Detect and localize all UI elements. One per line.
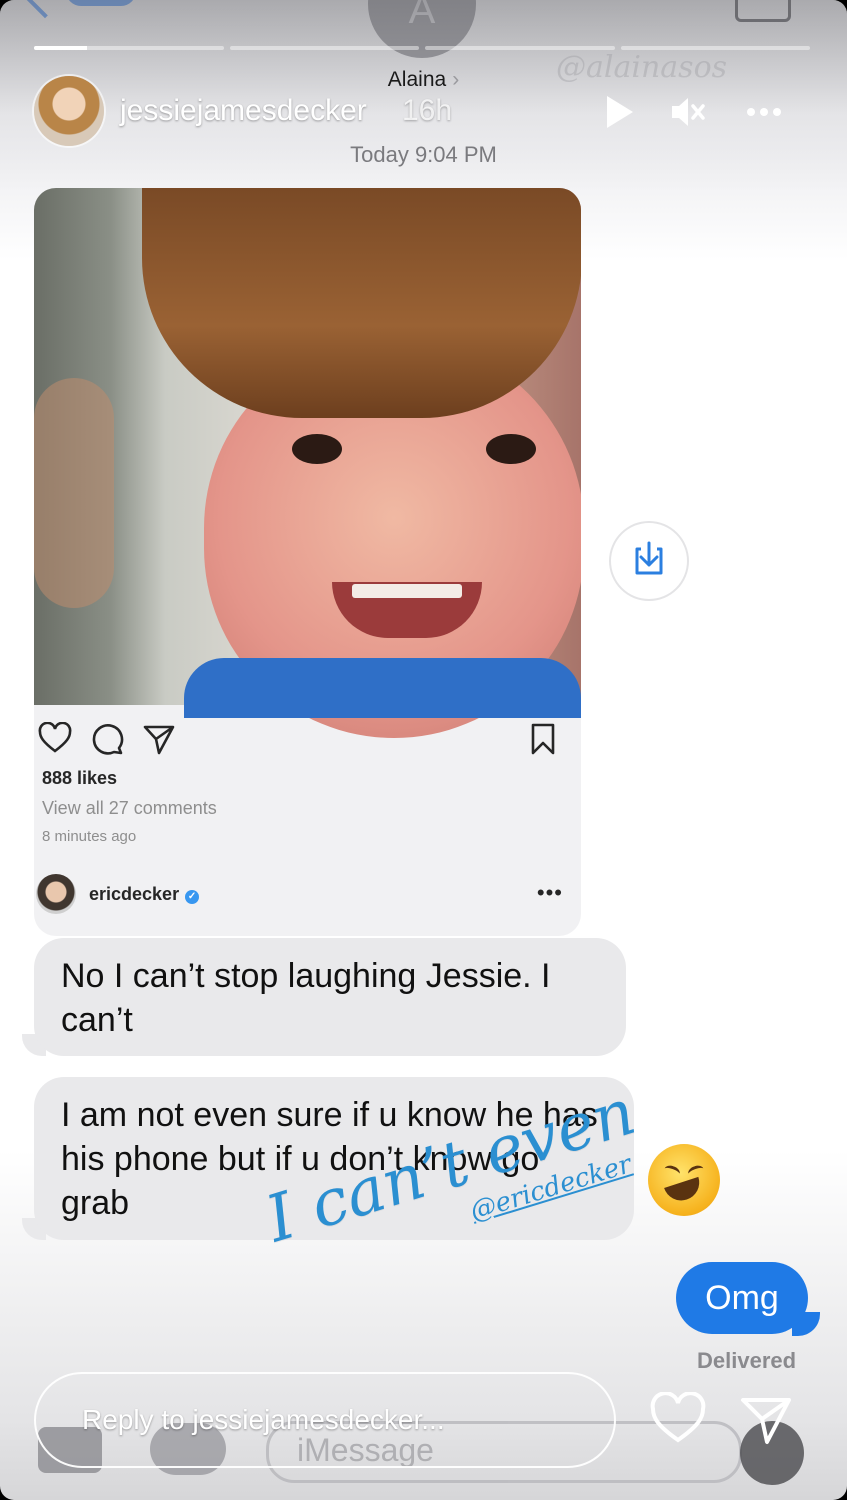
contact-name-text: Alaina [387,68,447,91]
chevron-right-icon: › [452,68,460,91]
author-avatar[interactable] [36,874,76,914]
post-photo [34,188,581,738]
photo-hand [34,378,114,608]
reply-placeholder: Reply to jessiejamesdecker... [82,1404,445,1435]
mute-icon [672,98,705,126]
photo-eye [486,434,536,464]
rofl-emoji-icon [648,1144,720,1216]
watermark: @alainasos [556,50,728,85]
save-to-device-button[interactable] [611,523,687,599]
heart-icon[interactable] [650,1392,706,1444]
author-name[interactable]: ericdecker ✓ [89,884,200,905]
send-icon[interactable] [740,1394,792,1446]
like-count: 888 likes [42,768,118,788]
progress-fill [34,46,88,50]
mute-button[interactable] [668,92,708,132]
received-message: No I can’t stop laughing Jessie. I can’t [34,938,626,1056]
message-timestamp: Today 9:04 PM [350,142,497,167]
progress-segment [229,46,419,50]
sent-message: Omg [676,1262,808,1334]
share-icon[interactable] [142,722,176,756]
photo-teeth [352,584,462,598]
story-reply-input[interactable]: Reply to jessiejamesdecker... [34,1372,616,1468]
shared-post-card[interactable]: 888 likes View all 27 comments 8 minutes… [34,188,581,936]
verified-badge-icon: ✓ [185,890,200,904]
emoji-mouth [664,1176,704,1206]
more-options-button[interactable] [744,92,784,132]
play-icon [607,96,633,128]
photo-hair [142,188,581,418]
story-author-avatar[interactable] [34,76,104,146]
delivery-status: Delivered [697,1348,797,1373]
post-author-row[interactable]: ericdecker ✓ ••• [34,874,581,922]
progress-segment [34,46,224,50]
story-age: 16h [402,94,453,127]
view-comments-link[interactable]: View all 27 comments [42,798,217,819]
more-icon[interactable]: ••• [537,880,563,906]
emoji-eye [662,1163,682,1180]
story-username[interactable]: jessiejamesdecker [120,94,367,128]
heart-icon[interactable] [38,722,72,756]
more-icon [747,108,781,116]
author-name-text: ericdecker [89,884,180,904]
story-frame: 453 A Alaina› @alainasos jessiejamesdeck… [0,0,847,1500]
photo-eye [292,434,342,464]
play-button[interactable] [600,92,640,132]
save-to-device-icon [635,541,663,575]
photo-shirt [184,658,581,718]
comment-icon[interactable] [90,722,124,756]
bookmark-icon[interactable] [526,722,560,756]
post-time: 8 minutes ago [42,828,137,845]
post-actions [34,718,581,758]
